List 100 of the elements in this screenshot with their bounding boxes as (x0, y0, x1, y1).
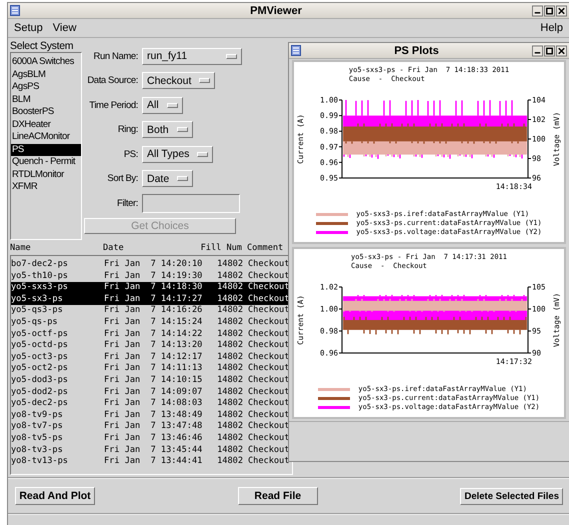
table-row[interactable]: yo8-tv7-ps Fri Jan 7 13:47:48 14802 Checkout (11, 421, 292, 433)
app-icon (10, 5, 20, 16)
table-cell-text: yo5-dod2-ps (11, 386, 69, 398)
system-list-item[interactable]: BLM (11, 94, 81, 106)
table-cell: Fri Jan 7 14:13:20 (104, 340, 201, 352)
dropdown-indicator-icon (199, 78, 210, 84)
table-cell: Fri Jan 7 14:20:10 (104, 259, 201, 271)
table-row[interactable]: yo5-th10-ps Fri Jan 7 14:19:30 14802 Checkout (11, 270, 292, 282)
table-row[interactable]: yo8-tv9-ps Fri Jan 7 13:48:49 14802 Checkout (11, 410, 292, 422)
system-list-item[interactable]: LineACMonitor (11, 131, 81, 144)
table-cell-text: Checkout (248, 432, 290, 444)
table-row[interactable]: yo5-qs-ps Fri Jan 7 14:15:24 14802 Checkout (11, 316, 292, 329)
system-list-item[interactable]: DXHeater (11, 118, 81, 131)
table-row[interactable]: yo5-oct3-ps Fri Jan 7 14:12:17 14802 Checkout (11, 352, 292, 364)
menu-item[interactable]: Help (540, 22, 563, 34)
table-cell: Fri Jan 7 13:45:44 (104, 444, 201, 456)
table-cell-text: 14802 (216, 421, 244, 433)
system-list-item[interactable]: PS (11, 144, 81, 156)
table-cell-text: Checkout (248, 259, 290, 271)
filter-field[interactable] (142, 194, 240, 213)
option-menu[interactable]: Date (142, 170, 194, 188)
table-cell-text: yo8-tv13-ps (11, 456, 69, 468)
minimize-icon[interactable] (532, 4, 543, 16)
table-cell: Fri Jan 7 13:47:48 (104, 421, 201, 433)
table-cell-text: 14802 (216, 305, 244, 317)
table-row[interactable]: yo5-oct2-ps Fri Jan 7 14:11:13 14802 Checkout (11, 363, 292, 375)
table-cell-text: 14802 (216, 352, 244, 364)
table-cell-text: Checkout (248, 410, 290, 422)
table-cell-text: yo8-tv9-ps (11, 410, 64, 422)
maximize-icon[interactable] (544, 44, 555, 56)
column-header: Fill Num (200, 242, 243, 255)
table-cell-text: yo8-tv3-ps (11, 444, 64, 456)
field-label: Run Name: (92, 50, 138, 62)
close-icon[interactable] (556, 44, 567, 56)
table-cell-text: yo5-qs-ps (11, 316, 59, 329)
table-cell: Fri Jan 7 14:08:03 (104, 398, 201, 410)
action-button[interactable]: Delete Selected Files (460, 488, 563, 504)
option-menu[interactable]: All Types (142, 146, 214, 163)
table-cell-text: 14802 (216, 398, 244, 410)
system-list-item[interactable]: AgsBLM (11, 68, 81, 81)
table-cell-text: bo7-dec2-ps (11, 259, 69, 271)
table-cell-text: Checkout (248, 456, 290, 468)
table-cell-text: Checkout (248, 328, 290, 340)
minimize-icon[interactable] (532, 44, 543, 56)
table-row[interactable]: yo5-octd-ps Fri Jan 7 14:13:20 14802 Checkout (11, 340, 292, 352)
option-menu[interactable]: Both (142, 121, 193, 138)
table-cell-text: Checkout (248, 386, 290, 398)
table-cell-text: Checkout (248, 444, 290, 456)
table-cell-text: yo5-octd-ps (11, 340, 69, 352)
table-row[interactable]: yo8-tv3-ps Fri Jan 7 13:45:44 14802 Checkout (11, 444, 292, 456)
table-cell-text: 14802 (216, 270, 244, 282)
system-list-item[interactable]: Quench - Permit (11, 156, 81, 168)
table-cell-text: 14802 (216, 432, 244, 444)
table-cell-text: yo5-dod3-ps (11, 374, 69, 387)
column-header: Date (103, 242, 125, 255)
option-menu[interactable]: run_fy11 (142, 48, 242, 65)
table-cell-text: Checkout (248, 282, 290, 294)
option-menu[interactable]: All (142, 96, 183, 114)
close-icon[interactable] (556, 4, 567, 16)
system-list-item[interactable]: XFMR (11, 181, 81, 194)
option-menu[interactable]: Checkout (142, 72, 216, 90)
table-cell: Fri Jan 7 14:12:17 (104, 352, 201, 364)
table-cell-text: 14802 (216, 328, 244, 340)
table-cell-text: Checkout (248, 398, 290, 410)
table-cell: Fri Jan 7 13:44:41 (104, 456, 201, 468)
table-row[interactable]: yo8-tv5-ps Fri Jan 7 13:46:46 14802 Checkout (11, 432, 292, 444)
field-label: Data Source: (86, 75, 138, 86)
window-title: PS Plots (393, 44, 440, 56)
dropdown-indicator-icon (166, 102, 178, 108)
table-row[interactable]: yo5-octf-ps Fri Jan 7 14:14:22 14802 Checkout (11, 328, 292, 340)
table-cell-text: 14802 (216, 410, 244, 422)
table-cell: Fri Jan 7 14:14:22 (104, 328, 201, 340)
system-list-item[interactable]: 6000A Switches (11, 56, 81, 68)
system-list-item[interactable]: RTDLMonitor (11, 168, 81, 181)
system-list-item[interactable]: AgsPS (11, 81, 81, 94)
menu-item[interactable]: Setup (14, 22, 43, 34)
menu-item[interactable]: View (52, 22, 76, 34)
table-cell-text: 14802 (216, 282, 244, 294)
table-row[interactable]: yo5-dec2-ps Fri Jan 7 14:08:03 14802 Checkout (11, 398, 292, 410)
action-button[interactable]: Read And Plot (15, 487, 95, 505)
table-row[interactable]: yo5-qs3-ps Fri Jan 7 14:16:26 14802 Checkout (11, 305, 292, 317)
window-title: PMViewer (249, 4, 303, 16)
table-cell-text: 14802 (216, 294, 244, 306)
system-list-item[interactable]: BoosterPS (11, 106, 81, 118)
table-cell: Fri Jan 7 14:15:24 (104, 316, 201, 329)
action-button[interactable]: Read File (238, 487, 318, 505)
table-row[interactable]: yo5-dod2-ps Fri Jan 7 14:09:07 14802 Checkout (11, 386, 292, 398)
table-row[interactable]: yo8-tv13-ps Fri Jan 7 13:44:41 14802 Checkout (11, 456, 292, 468)
column-header: Name (10, 242, 32, 255)
table-cell-text: 14802 (216, 316, 244, 329)
table-cell-text: 14802 (216, 386, 244, 398)
table-row[interactable]: yo5-dod3-ps Fri Jan 7 14:10:15 14802 Checkout (11, 374, 292, 387)
table-cell-text: yo5-qs3-ps (11, 305, 64, 317)
maximize-icon[interactable] (544, 4, 555, 16)
table-cell-text: yo5-oct3-ps (11, 352, 69, 364)
field-label: Sort By: (106, 173, 138, 184)
table-cell-text: yo5-dec2-ps (11, 398, 69, 410)
table-cell: Fri Jan 7 13:48:49 (104, 410, 201, 422)
table-row[interactable]: bo7-dec2-ps Fri Jan 7 14:20:10 14802 Checkout (11, 259, 292, 271)
field-label: Filter: (116, 198, 138, 209)
